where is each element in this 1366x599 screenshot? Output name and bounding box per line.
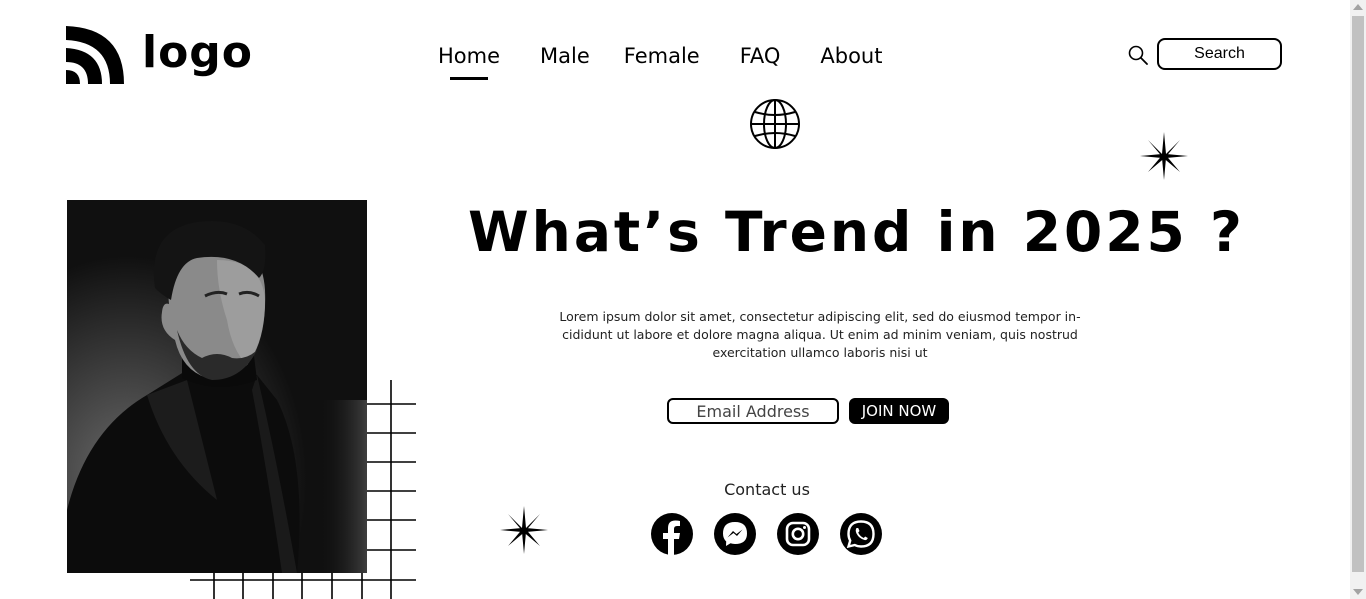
nav-faq[interactable]: FAQ: [740, 44, 781, 68]
whatsapp-icon: [846, 520, 875, 549]
logo[interactable]: logo: [66, 26, 253, 86]
scroll-down-arrow-icon[interactable]: [1353, 589, 1363, 595]
search-input[interactable]: Search: [1157, 38, 1282, 70]
email-field[interactable]: [667, 398, 839, 424]
contact-label: Contact us: [724, 480, 810, 499]
sparkle-star-icon: [1140, 132, 1188, 180]
messenger-icon: [723, 522, 747, 546]
main-nav: Home Male Female FAQ About: [438, 44, 882, 80]
portrait-image: [67, 200, 367, 573]
hero-description: Lorem ipsum dolor sit amet, consectetur …: [559, 309, 1081, 360]
logo-text: logo: [142, 27, 254, 78]
join-now-button[interactable]: JOIN NOW: [849, 398, 949, 424]
nav-about[interactable]: About: [820, 44, 882, 68]
whatsapp-link[interactable]: [840, 513, 882, 555]
hero-title: What’s Trend in 2025 ?: [468, 200, 1245, 264]
scroll-thumb[interactable]: [1352, 16, 1364, 572]
scroll-up-arrow-icon[interactable]: [1353, 4, 1363, 10]
search-icon[interactable]: [1128, 45, 1148, 65]
sparkle-star-icon: [500, 506, 548, 554]
rss-arcs-icon: [66, 26, 124, 84]
messenger-link[interactable]: [714, 513, 756, 555]
nav-home[interactable]: Home: [438, 44, 500, 80]
nav-male[interactable]: Male: [540, 44, 590, 68]
nav-female[interactable]: Female: [624, 44, 700, 68]
instagram-link[interactable]: [777, 513, 819, 555]
facebook-icon: [663, 520, 680, 555]
instagram-icon: [785, 521, 811, 547]
facebook-link[interactable]: [651, 513, 693, 555]
hero-portrait: [67, 200, 367, 573]
globe-icon: [750, 99, 800, 149]
vertical-scrollbar[interactable]: [1350, 0, 1366, 599]
